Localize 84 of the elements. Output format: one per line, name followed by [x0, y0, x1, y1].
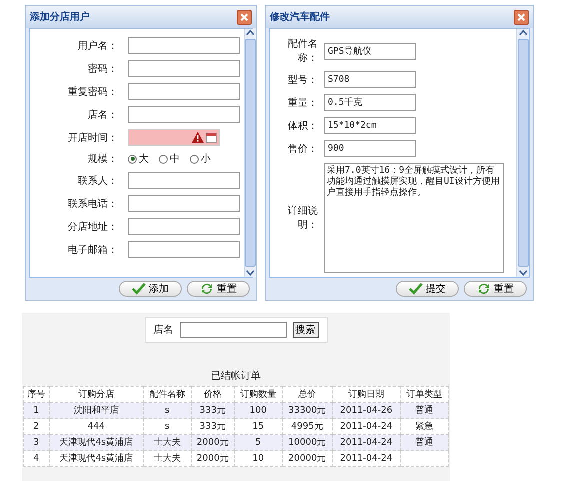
description-textarea[interactable]: 采用7.0英寸16：9全屏触摸式设计，所有功能均通过触摸屏实现，醒目UI设计方便用户直接用手指轻点操作。 — [324, 163, 504, 273]
table-cell: 2011-04-24 — [332, 434, 400, 450]
radio-button[interactable] — [159, 154, 168, 164]
field-label: 体积： — [287, 120, 318, 132]
input-field[interactable]: 15*10*2cm — [324, 117, 416, 134]
field-label: 售价： — [287, 142, 318, 156]
warning-icon — [192, 132, 204, 143]
search-label: 店名 — [154, 324, 174, 337]
table-cell: 33300元 — [282, 402, 332, 418]
dialog-title: 修改汽车配件 — [270, 10, 330, 24]
dialog-title: 添加分店用户 — [30, 10, 90, 24]
table-cell: 100 — [234, 402, 282, 418]
input-field[interactable] — [128, 37, 240, 54]
close-icon[interactable] — [237, 10, 252, 24]
input-field[interactable]: GPS导航仪 — [324, 42, 416, 60]
field-label: 重复密码： — [67, 86, 118, 98]
table-cell: 3 — [24, 434, 50, 450]
input-field[interactable] — [128, 60, 240, 77]
input-field[interactable] — [128, 83, 240, 100]
search-button[interactable]: 搜索 — [292, 322, 318, 338]
table-cell: 10 — [234, 450, 282, 466]
field-label: 重量： — [287, 96, 318, 110]
radio-label: 大 — [139, 152, 149, 166]
input-field[interactable] — [128, 241, 240, 258]
input-field[interactable]: 900 — [324, 140, 416, 157]
radio-button[interactable] — [128, 154, 137, 164]
table-cell: 4 — [24, 450, 50, 466]
field-label: 型号： — [287, 74, 318, 86]
radio-button[interactable] — [190, 154, 199, 164]
table-cell: 20000元 — [282, 450, 332, 466]
table-cell: 天津现代4s黄浦店 — [49, 434, 144, 450]
input-field[interactable] — [128, 218, 240, 235]
field-label: 开店时间： — [67, 132, 118, 144]
field-label: 联系人： — [77, 174, 118, 188]
table-cell: 5 — [234, 434, 282, 450]
dialog-button[interactable]: 重置 — [187, 281, 250, 297]
dialog-button[interactable]: 重置 — [464, 281, 527, 297]
dialog-button[interactable]: 添加 — [119, 281, 182, 297]
refresh-icon — [200, 282, 214, 296]
table-cell: s — [143, 402, 192, 418]
date-field[interactable] — [128, 129, 220, 146]
input-field[interactable] — [128, 195, 240, 212]
field-label: 分店地址： — [67, 220, 118, 234]
table-cell: 士大夫 — [143, 450, 192, 466]
close-icon[interactable] — [514, 10, 529, 24]
field-label: 店名： — [87, 108, 118, 122]
field-label: 规模： — [87, 152, 118, 166]
table-cell: 333元 — [191, 402, 234, 418]
field-label: 电子邮箱： — [67, 244, 118, 256]
scroll-up-icon[interactable] — [246, 29, 255, 37]
field-label: 详细说明： — [287, 204, 318, 232]
input-field[interactable]: 0.5千克 — [324, 94, 416, 111]
scroll-down-icon[interactable] — [518, 269, 528, 277]
field-label: 联系电话： — [67, 198, 118, 210]
scrollbar[interactable] — [516, 29, 529, 277]
field-label: 密码： — [87, 62, 118, 76]
search-field[interactable] — [180, 322, 286, 338]
table-cell: 天津现代4s黄浦店 — [49, 450, 144, 466]
scroll-up-icon[interactable] — [518, 29, 528, 37]
table-cell: 10000元 — [282, 434, 332, 450]
check-icon — [409, 283, 423, 295]
table-cell: 普通 — [400, 434, 448, 450]
scroll-down-icon[interactable] — [246, 269, 255, 277]
field-label: 配件名称： — [287, 38, 318, 65]
field-label: 用户名： — [77, 40, 118, 52]
calendar-icon[interactable] — [206, 132, 217, 143]
table-cell: 2000元 — [191, 434, 234, 450]
refresh-icon — [477, 282, 491, 296]
input-field[interactable] — [128, 172, 240, 189]
table-cell: 普通 — [400, 402, 448, 418]
table-title: 已结帐订单 — [211, 370, 261, 383]
table-cell: 沈阳和平店 — [49, 402, 144, 418]
input-field[interactable] — [128, 106, 240, 123]
table-cell: 1 — [24, 402, 50, 418]
scrollbar[interactable] — [244, 29, 256, 277]
dialog-button[interactable]: 提交 — [396, 281, 459, 297]
radio-label: 中 — [170, 152, 180, 166]
radio-label: 小 — [201, 152, 211, 166]
check-icon — [132, 283, 146, 295]
input-field[interactable]: S708 — [324, 71, 416, 88]
table-cell: 2011-04-24 — [332, 450, 400, 466]
table-cell: 2011-04-26 — [332, 402, 400, 418]
table-cell: 士大夫 — [143, 434, 192, 450]
table-cell: 2000元 — [191, 450, 234, 466]
